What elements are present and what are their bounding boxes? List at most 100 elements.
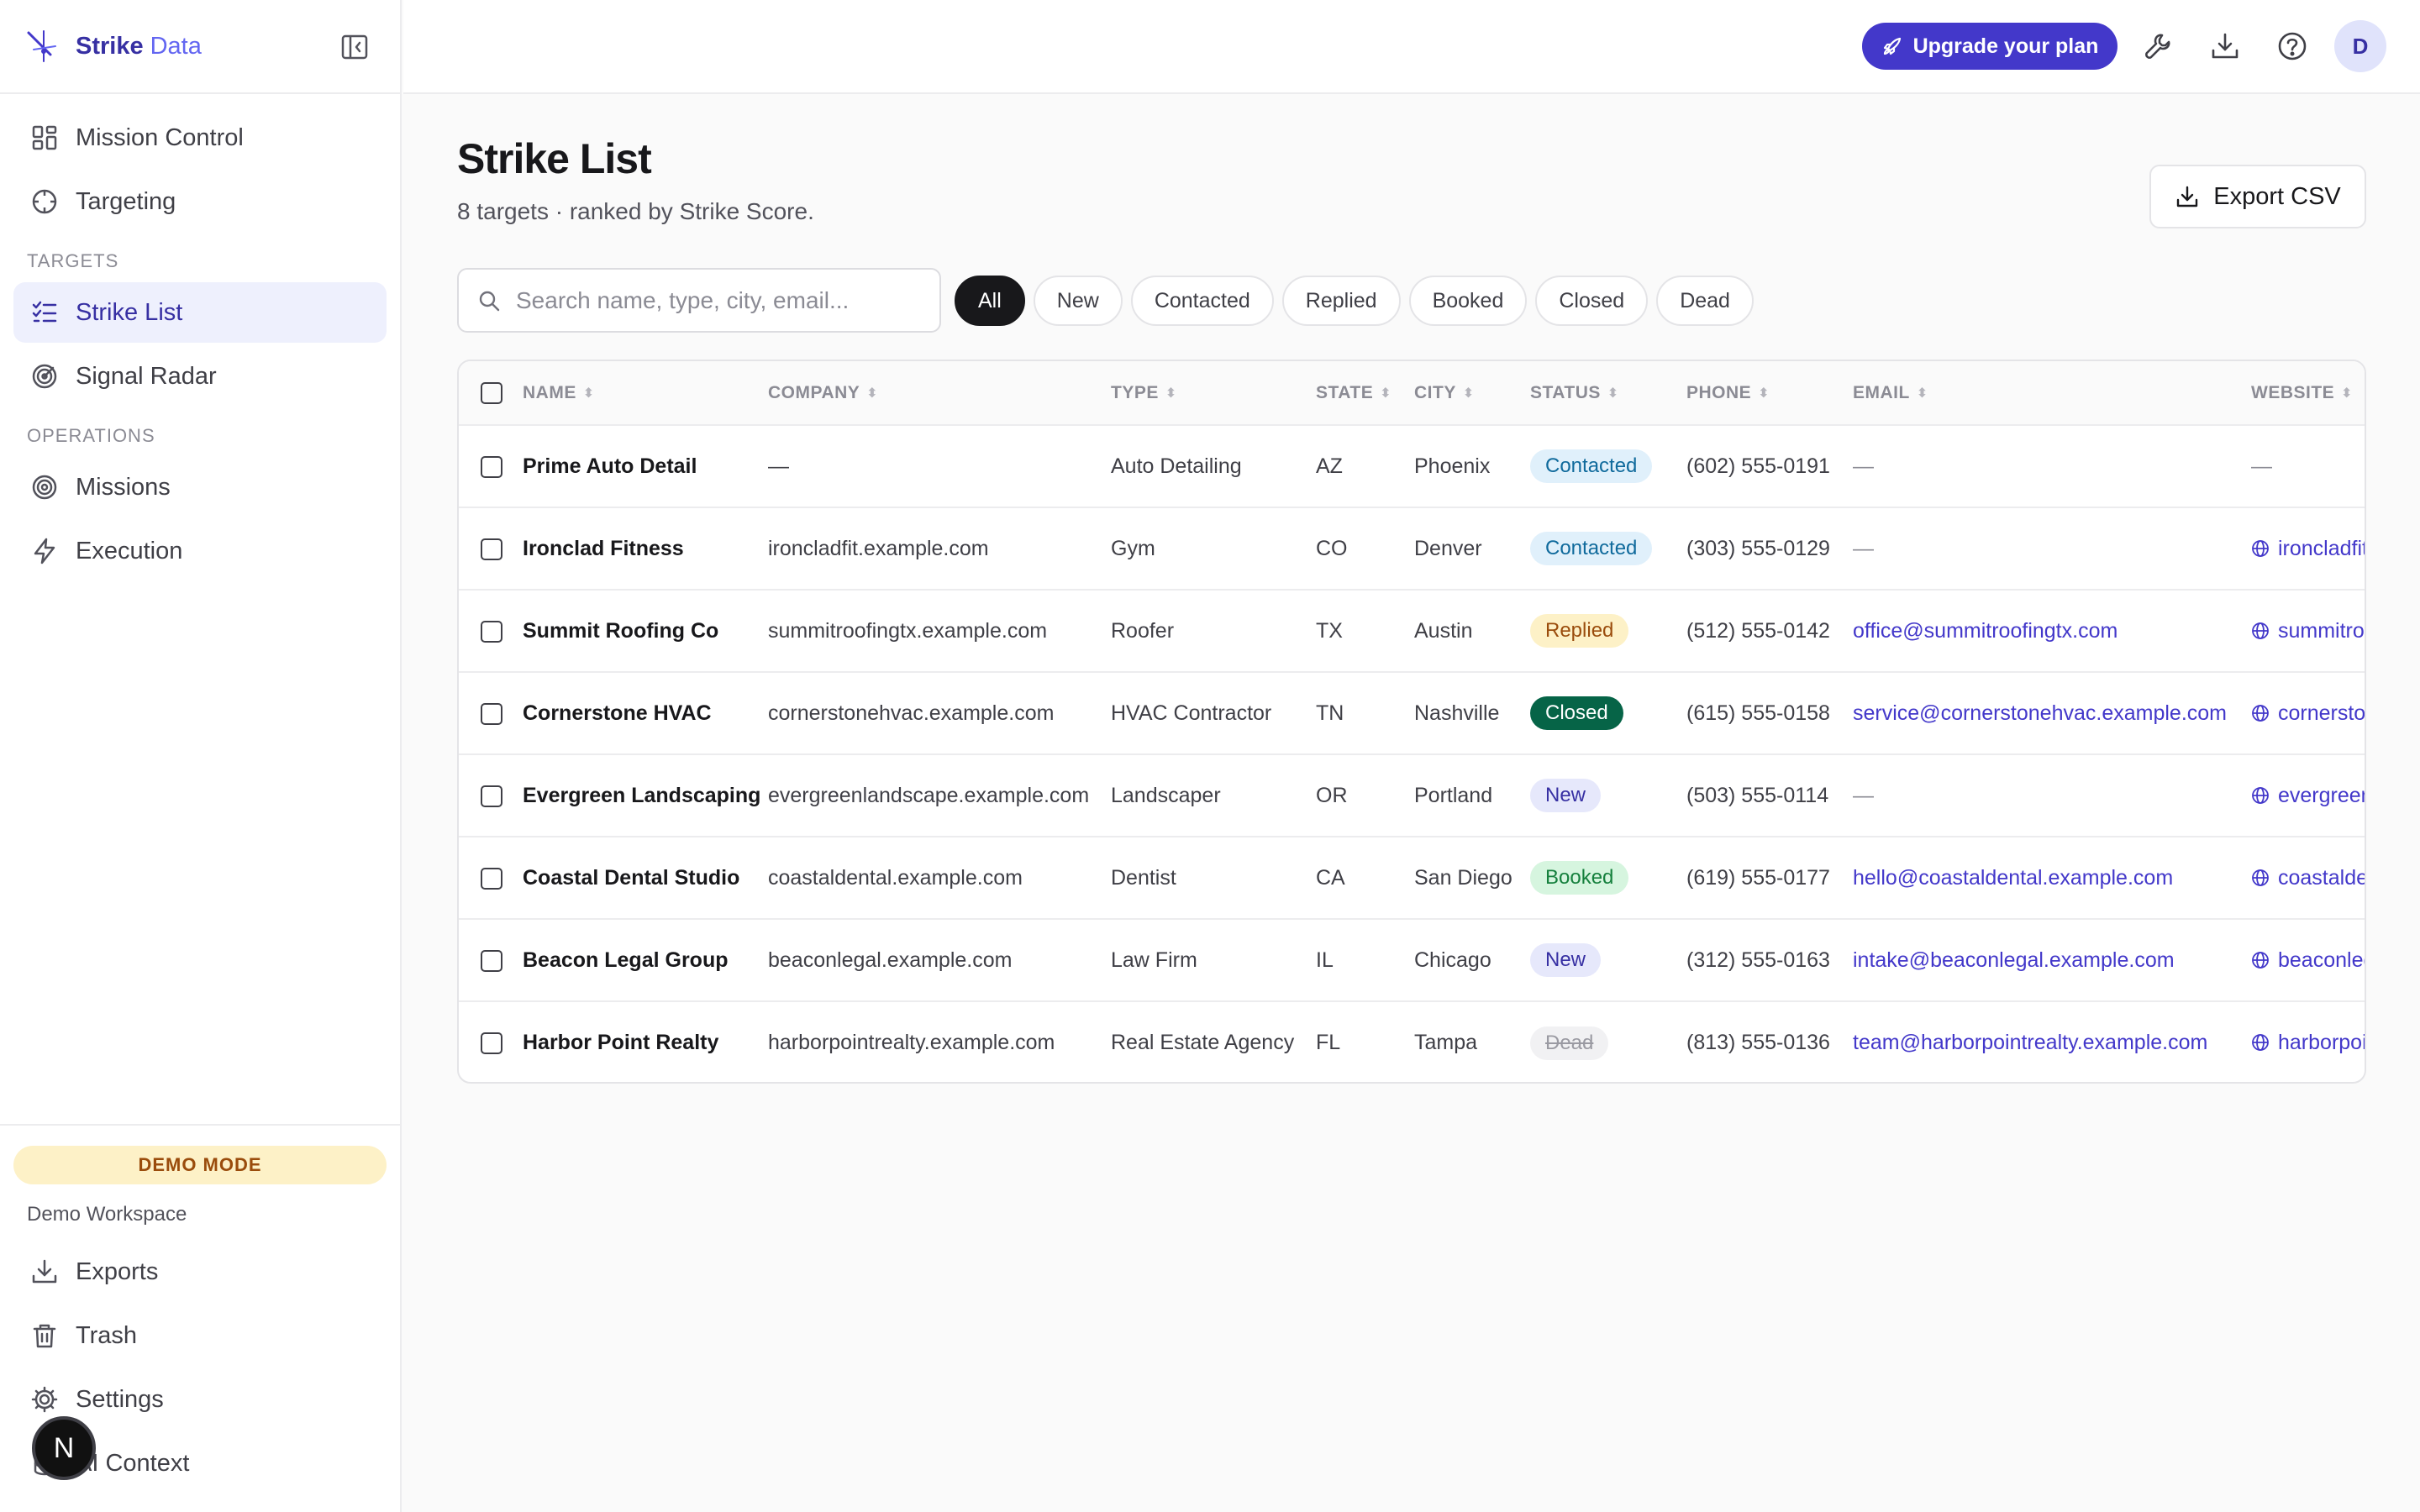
website-link[interactable]: cornerstonehvac.example.com [2251, 701, 2365, 725]
brand-sub: Data [150, 32, 202, 60]
cell-type: HVAC Contractor [1111, 701, 1272, 725]
row-checkbox[interactable] [481, 785, 502, 807]
website-link[interactable]: harborpointrealty.example.com [2251, 1031, 2365, 1054]
cell-status: Replied [1530, 590, 1686, 672]
row-checkbox[interactable] [481, 538, 502, 560]
floating-assistant-avatar[interactable]: N [32, 1416, 96, 1480]
filter-chip-all[interactable]: All [955, 276, 1025, 326]
website-link[interactable]: summitroofingtx.example.com [2251, 619, 2365, 643]
sidebar-item-execution[interactable]: Execution [13, 521, 387, 581]
search-input[interactable] [516, 286, 921, 314]
row-checkbox[interactable] [481, 867, 502, 890]
export-csv-button[interactable]: Export CSV [2149, 165, 2366, 228]
sort-icon: ⬍ [1916, 386, 1928, 401]
sidebar-item-mission-control[interactable]: Mission Control [13, 108, 387, 168]
table-row[interactable]: Prime Auto Detail — Auto Detailing AZ Phoeni… [459, 425, 2365, 507]
user-avatar[interactable]: D [2334, 20, 2386, 72]
email-link[interactable]: service@cornerstonehvac.example.com [1853, 701, 2227, 725]
sidebar-item-strike-list[interactable]: Strike List [13, 282, 387, 343]
globe-icon [2252, 539, 2269, 557]
cell-company: beaconlegal.example.com [768, 948, 1013, 972]
cell-name[interactable]: Coastal Dental Studio [523, 837, 768, 919]
row-checkbox[interactable] [481, 1032, 502, 1055]
cell-type: Real Estate Agency [1111, 1031, 1295, 1054]
filter-chip-booked[interactable]: Booked [1408, 276, 1528, 326]
column-header-website[interactable]: WEBSITE ⬍ [2251, 361, 2365, 425]
status-badge[interactable]: Dead [1530, 1026, 1609, 1060]
row-checkbox[interactable] [481, 620, 502, 643]
column-header-city[interactable]: CITY ⬍ [1414, 361, 1530, 425]
table-row[interactable]: Harbor Point Realty harborpointrealty.exa… [459, 1001, 2365, 1082]
cell-name[interactable]: Ironclad Fitness [523, 507, 768, 590]
status-badge[interactable]: Booked [1530, 861, 1629, 895]
website-link[interactable]: coastaldental.example.com [2251, 866, 2365, 890]
filter-chip-dead[interactable]: Dead [1656, 276, 1754, 326]
sort-icon: ⬍ [1607, 386, 1619, 401]
status-badge[interactable]: Contacted [1530, 532, 1653, 565]
workspace-name[interactable]: Demo Workspace [13, 1203, 387, 1226]
website-link[interactable]: ironcladfit.example.com [2251, 537, 2365, 560]
table-row[interactable]: Beacon Legal Group beaconlegal.example.co… [459, 919, 2365, 1001]
wrench-icon[interactable] [2142, 30, 2174, 62]
status-badge[interactable]: Contacted [1530, 449, 1653, 483]
upgrade-plan-button[interactable]: Upgrade your plan [1862, 23, 2118, 70]
email-link[interactable]: intake@beaconlegal.example.com [1853, 948, 2175, 972]
column-header-email[interactable]: EMAIL ⬍ [1853, 361, 2251, 425]
table-row[interactable]: Summit Roofing Co summitroofingtx.example… [459, 590, 2365, 672]
column-header-name[interactable]: NAME ⬍ [523, 361, 768, 425]
table-row[interactable]: Ironclad Fitness ironcladfit.example.com G… [459, 507, 2365, 590]
status-badge[interactable]: New [1530, 943, 1602, 977]
sidebar-nav: Mission Control Targeting TARGETS Strike… [0, 94, 400, 581]
cell-status: Contacted [1530, 507, 1686, 590]
cell-name[interactable]: Harbor Point Realty [523, 1001, 768, 1082]
sidebar-item-targeting[interactable]: Targeting [13, 171, 387, 232]
cell-website: summitroofingtx.example.com [2251, 590, 2365, 672]
nav-section-targets: TARGETS [27, 250, 119, 271]
cell-state: CO [1316, 536, 1348, 560]
table-header-row: NAME ⬍ COMPANY ⬍ TYPE ⬍ STATE ⬍ CITY ⬍ STATUS… [459, 361, 2365, 425]
download-icon[interactable] [2209, 30, 2241, 62]
email-link[interactable]: office@summitroofingtx.com [1853, 619, 2118, 643]
website-link[interactable]: evergreenlandscape.example.com [2251, 784, 2365, 807]
row-checkbox[interactable] [481, 702, 502, 725]
column-header-status[interactable]: STATUS ⬍ [1530, 361, 1686, 425]
status-badge[interactable]: New [1530, 779, 1602, 812]
table-row[interactable]: Coastal Dental Studio coastaldental.examp… [459, 837, 2365, 919]
table-row[interactable]: Cornerstone HVAC cornerstonehvac.example.… [459, 672, 2365, 754]
select-all-checkbox[interactable] [481, 381, 502, 404]
column-header-company[interactable]: COMPANY ⬍ [768, 361, 1111, 425]
column-header-type[interactable]: TYPE ⬍ [1111, 361, 1316, 425]
cell-phone: (615) 555-0158 [1686, 701, 1830, 725]
sidebar-collapse-icon[interactable] [339, 32, 370, 62]
email-link[interactable]: team@harborpointrealty.example.com [1853, 1031, 2207, 1054]
cell-company: — [768, 454, 789, 478]
cell-name[interactable]: Prime Auto Detail [523, 425, 768, 507]
column-header-phone[interactable]: PHONE ⬍ [1686, 361, 1853, 425]
filter-chip-contacted[interactable]: Contacted [1130, 276, 1274, 326]
cell-name[interactable]: Summit Roofing Co [523, 590, 768, 672]
cell-name[interactable]: Evergreen Landscaping [523, 754, 768, 837]
status-badge[interactable]: Replied [1530, 614, 1629, 648]
cell-name[interactable]: Cornerstone HVAC [523, 672, 768, 754]
website-link[interactable]: beaconlegal.example.com [2251, 948, 2365, 972]
email-link[interactable]: hello@coastaldental.example.com [1853, 866, 2173, 890]
cell-status: Contacted [1530, 425, 1686, 507]
status-badge[interactable]: Closed [1530, 696, 1623, 730]
sidebar-item-missions[interactable]: Missions [13, 457, 387, 517]
filter-chip-replied[interactable]: Replied [1281, 276, 1401, 326]
help-icon[interactable] [2276, 30, 2308, 62]
cell-name[interactable]: Beacon Legal Group [523, 919, 768, 1001]
cell-phone: (503) 555-0114 [1686, 783, 1829, 807]
row-checkbox[interactable] [481, 949, 502, 972]
sidebar-item-exports[interactable]: Exports [13, 1242, 387, 1302]
cell-website: ironcladfit.example.com [2251, 507, 2365, 590]
table-row[interactable]: Evergreen Landscaping evergreenlandscape.… [459, 754, 2365, 837]
cell-email: team@harborpointrealty.example.com [1853, 1001, 2251, 1082]
sidebar-item-trash[interactable]: Trash [13, 1305, 387, 1366]
filter-chip-closed[interactable]: Closed [1535, 276, 1649, 326]
column-header-state[interactable]: STATE ⬍ [1316, 361, 1414, 425]
sidebar-item-signal-radar[interactable]: Signal Radar [13, 346, 387, 407]
cell-phone: (813) 555-0136 [1686, 1031, 1830, 1054]
filter-chip-new[interactable]: New [1033, 276, 1123, 326]
row-checkbox[interactable] [481, 455, 502, 478]
